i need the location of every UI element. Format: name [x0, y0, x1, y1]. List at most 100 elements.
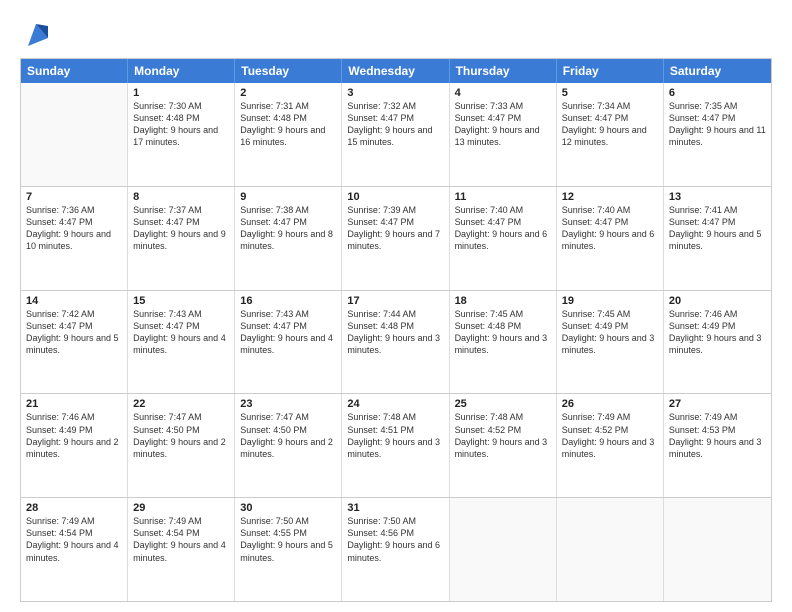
cell-detail: Sunrise: 7:33 AM Sunset: 4:47 PM Dayligh… [455, 100, 551, 149]
day-number: 27 [669, 398, 766, 410]
header-day-sunday: Sunday [21, 59, 128, 83]
calendar-cell: 21Sunrise: 7:46 AM Sunset: 4:49 PM Dayli… [21, 394, 128, 497]
day-number: 17 [347, 295, 443, 307]
calendar-cell: 16Sunrise: 7:43 AM Sunset: 4:47 PM Dayli… [235, 291, 342, 394]
calendar-body: 1Sunrise: 7:30 AM Sunset: 4:48 PM Daylig… [21, 83, 771, 601]
cell-detail: Sunrise: 7:37 AM Sunset: 4:47 PM Dayligh… [133, 204, 229, 253]
calendar-cell: 28Sunrise: 7:49 AM Sunset: 4:54 PM Dayli… [21, 498, 128, 601]
day-number: 23 [240, 398, 336, 410]
cell-detail: Sunrise: 7:50 AM Sunset: 4:55 PM Dayligh… [240, 515, 336, 564]
cell-detail: Sunrise: 7:35 AM Sunset: 4:47 PM Dayligh… [669, 100, 766, 149]
calendar-cell: 23Sunrise: 7:47 AM Sunset: 4:50 PM Dayli… [235, 394, 342, 497]
day-number: 7 [26, 191, 122, 203]
calendar-cell: 7Sunrise: 7:36 AM Sunset: 4:47 PM Daylig… [21, 187, 128, 290]
calendar-row: 14Sunrise: 7:42 AM Sunset: 4:47 PM Dayli… [21, 290, 771, 394]
day-number: 16 [240, 295, 336, 307]
page: SundayMondayTuesdayWednesdayThursdayFrid… [0, 0, 792, 612]
day-number: 14 [26, 295, 122, 307]
calendar-cell: 4Sunrise: 7:33 AM Sunset: 4:47 PM Daylig… [450, 83, 557, 186]
day-number: 26 [562, 398, 658, 410]
day-number: 11 [455, 191, 551, 203]
cell-detail: Sunrise: 7:44 AM Sunset: 4:48 PM Dayligh… [347, 308, 443, 357]
day-number: 2 [240, 87, 336, 99]
day-number: 18 [455, 295, 551, 307]
cell-detail: Sunrise: 7:40 AM Sunset: 4:47 PM Dayligh… [562, 204, 658, 253]
calendar-cell: 20Sunrise: 7:46 AM Sunset: 4:49 PM Dayli… [664, 291, 771, 394]
day-number: 29 [133, 502, 229, 514]
calendar-cell: 30Sunrise: 7:50 AM Sunset: 4:55 PM Dayli… [235, 498, 342, 601]
calendar-cell: 26Sunrise: 7:49 AM Sunset: 4:52 PM Dayli… [557, 394, 664, 497]
cell-detail: Sunrise: 7:38 AM Sunset: 4:47 PM Dayligh… [240, 204, 336, 253]
cell-detail: Sunrise: 7:45 AM Sunset: 4:48 PM Dayligh… [455, 308, 551, 357]
calendar-cell: 15Sunrise: 7:43 AM Sunset: 4:47 PM Dayli… [128, 291, 235, 394]
cell-detail: Sunrise: 7:49 AM Sunset: 4:54 PM Dayligh… [26, 515, 122, 564]
calendar-cell: 17Sunrise: 7:44 AM Sunset: 4:48 PM Dayli… [342, 291, 449, 394]
day-number: 21 [26, 398, 122, 410]
day-number: 8 [133, 191, 229, 203]
cell-detail: Sunrise: 7:39 AM Sunset: 4:47 PM Dayligh… [347, 204, 443, 253]
calendar-cell: 27Sunrise: 7:49 AM Sunset: 4:53 PM Dayli… [664, 394, 771, 497]
header-day-friday: Friday [557, 59, 664, 83]
day-number: 22 [133, 398, 229, 410]
day-number: 1 [133, 87, 229, 99]
calendar-cell: 9Sunrise: 7:38 AM Sunset: 4:47 PM Daylig… [235, 187, 342, 290]
cell-detail: Sunrise: 7:46 AM Sunset: 4:49 PM Dayligh… [26, 411, 122, 460]
day-number: 6 [669, 87, 766, 99]
calendar-cell: 2Sunrise: 7:31 AM Sunset: 4:48 PM Daylig… [235, 83, 342, 186]
header-day-thursday: Thursday [450, 59, 557, 83]
cell-detail: Sunrise: 7:45 AM Sunset: 4:49 PM Dayligh… [562, 308, 658, 357]
cell-detail: Sunrise: 7:48 AM Sunset: 4:52 PM Dayligh… [455, 411, 551, 460]
calendar-cell: 19Sunrise: 7:45 AM Sunset: 4:49 PM Dayli… [557, 291, 664, 394]
cell-detail: Sunrise: 7:47 AM Sunset: 4:50 PM Dayligh… [240, 411, 336, 460]
cell-detail: Sunrise: 7:43 AM Sunset: 4:47 PM Dayligh… [240, 308, 336, 357]
header [20, 18, 772, 50]
calendar-row: 7Sunrise: 7:36 AM Sunset: 4:47 PM Daylig… [21, 186, 771, 290]
calendar-cell: 13Sunrise: 7:41 AM Sunset: 4:47 PM Dayli… [664, 187, 771, 290]
day-number: 9 [240, 191, 336, 203]
day-number: 25 [455, 398, 551, 410]
day-number: 15 [133, 295, 229, 307]
logo-icon [20, 18, 52, 50]
calendar-row: 21Sunrise: 7:46 AM Sunset: 4:49 PM Dayli… [21, 393, 771, 497]
day-number: 13 [669, 191, 766, 203]
cell-detail: Sunrise: 7:31 AM Sunset: 4:48 PM Dayligh… [240, 100, 336, 149]
day-number: 20 [669, 295, 766, 307]
day-number: 3 [347, 87, 443, 99]
cell-detail: Sunrise: 7:30 AM Sunset: 4:48 PM Dayligh… [133, 100, 229, 149]
calendar-cell [557, 498, 664, 601]
cell-detail: Sunrise: 7:36 AM Sunset: 4:47 PM Dayligh… [26, 204, 122, 253]
day-number: 30 [240, 502, 336, 514]
calendar-cell: 8Sunrise: 7:37 AM Sunset: 4:47 PM Daylig… [128, 187, 235, 290]
day-number: 12 [562, 191, 658, 203]
cell-detail: Sunrise: 7:43 AM Sunset: 4:47 PM Dayligh… [133, 308, 229, 357]
header-day-monday: Monday [128, 59, 235, 83]
calendar-cell [21, 83, 128, 186]
day-number: 24 [347, 398, 443, 410]
calendar-cell [450, 498, 557, 601]
day-number: 28 [26, 502, 122, 514]
calendar-cell: 25Sunrise: 7:48 AM Sunset: 4:52 PM Dayli… [450, 394, 557, 497]
cell-detail: Sunrise: 7:41 AM Sunset: 4:47 PM Dayligh… [669, 204, 766, 253]
calendar-header: SundayMondayTuesdayWednesdayThursdayFrid… [21, 59, 771, 83]
day-number: 19 [562, 295, 658, 307]
cell-detail: Sunrise: 7:49 AM Sunset: 4:53 PM Dayligh… [669, 411, 766, 460]
calendar-cell: 31Sunrise: 7:50 AM Sunset: 4:56 PM Dayli… [342, 498, 449, 601]
cell-detail: Sunrise: 7:46 AM Sunset: 4:49 PM Dayligh… [669, 308, 766, 357]
calendar: SundayMondayTuesdayWednesdayThursdayFrid… [20, 58, 772, 602]
cell-detail: Sunrise: 7:49 AM Sunset: 4:52 PM Dayligh… [562, 411, 658, 460]
day-number: 10 [347, 191, 443, 203]
calendar-row: 1Sunrise: 7:30 AM Sunset: 4:48 PM Daylig… [21, 83, 771, 186]
calendar-cell: 29Sunrise: 7:49 AM Sunset: 4:54 PM Dayli… [128, 498, 235, 601]
calendar-cell: 18Sunrise: 7:45 AM Sunset: 4:48 PM Dayli… [450, 291, 557, 394]
cell-detail: Sunrise: 7:32 AM Sunset: 4:47 PM Dayligh… [347, 100, 443, 149]
calendar-row: 28Sunrise: 7:49 AM Sunset: 4:54 PM Dayli… [21, 497, 771, 601]
cell-detail: Sunrise: 7:47 AM Sunset: 4:50 PM Dayligh… [133, 411, 229, 460]
calendar-cell: 6Sunrise: 7:35 AM Sunset: 4:47 PM Daylig… [664, 83, 771, 186]
calendar-cell: 3Sunrise: 7:32 AM Sunset: 4:47 PM Daylig… [342, 83, 449, 186]
cell-detail: Sunrise: 7:42 AM Sunset: 4:47 PM Dayligh… [26, 308, 122, 357]
cell-detail: Sunrise: 7:48 AM Sunset: 4:51 PM Dayligh… [347, 411, 443, 460]
header-day-wednesday: Wednesday [342, 59, 449, 83]
calendar-cell: 10Sunrise: 7:39 AM Sunset: 4:47 PM Dayli… [342, 187, 449, 290]
calendar-cell: 22Sunrise: 7:47 AM Sunset: 4:50 PM Dayli… [128, 394, 235, 497]
calendar-cell: 24Sunrise: 7:48 AM Sunset: 4:51 PM Dayli… [342, 394, 449, 497]
